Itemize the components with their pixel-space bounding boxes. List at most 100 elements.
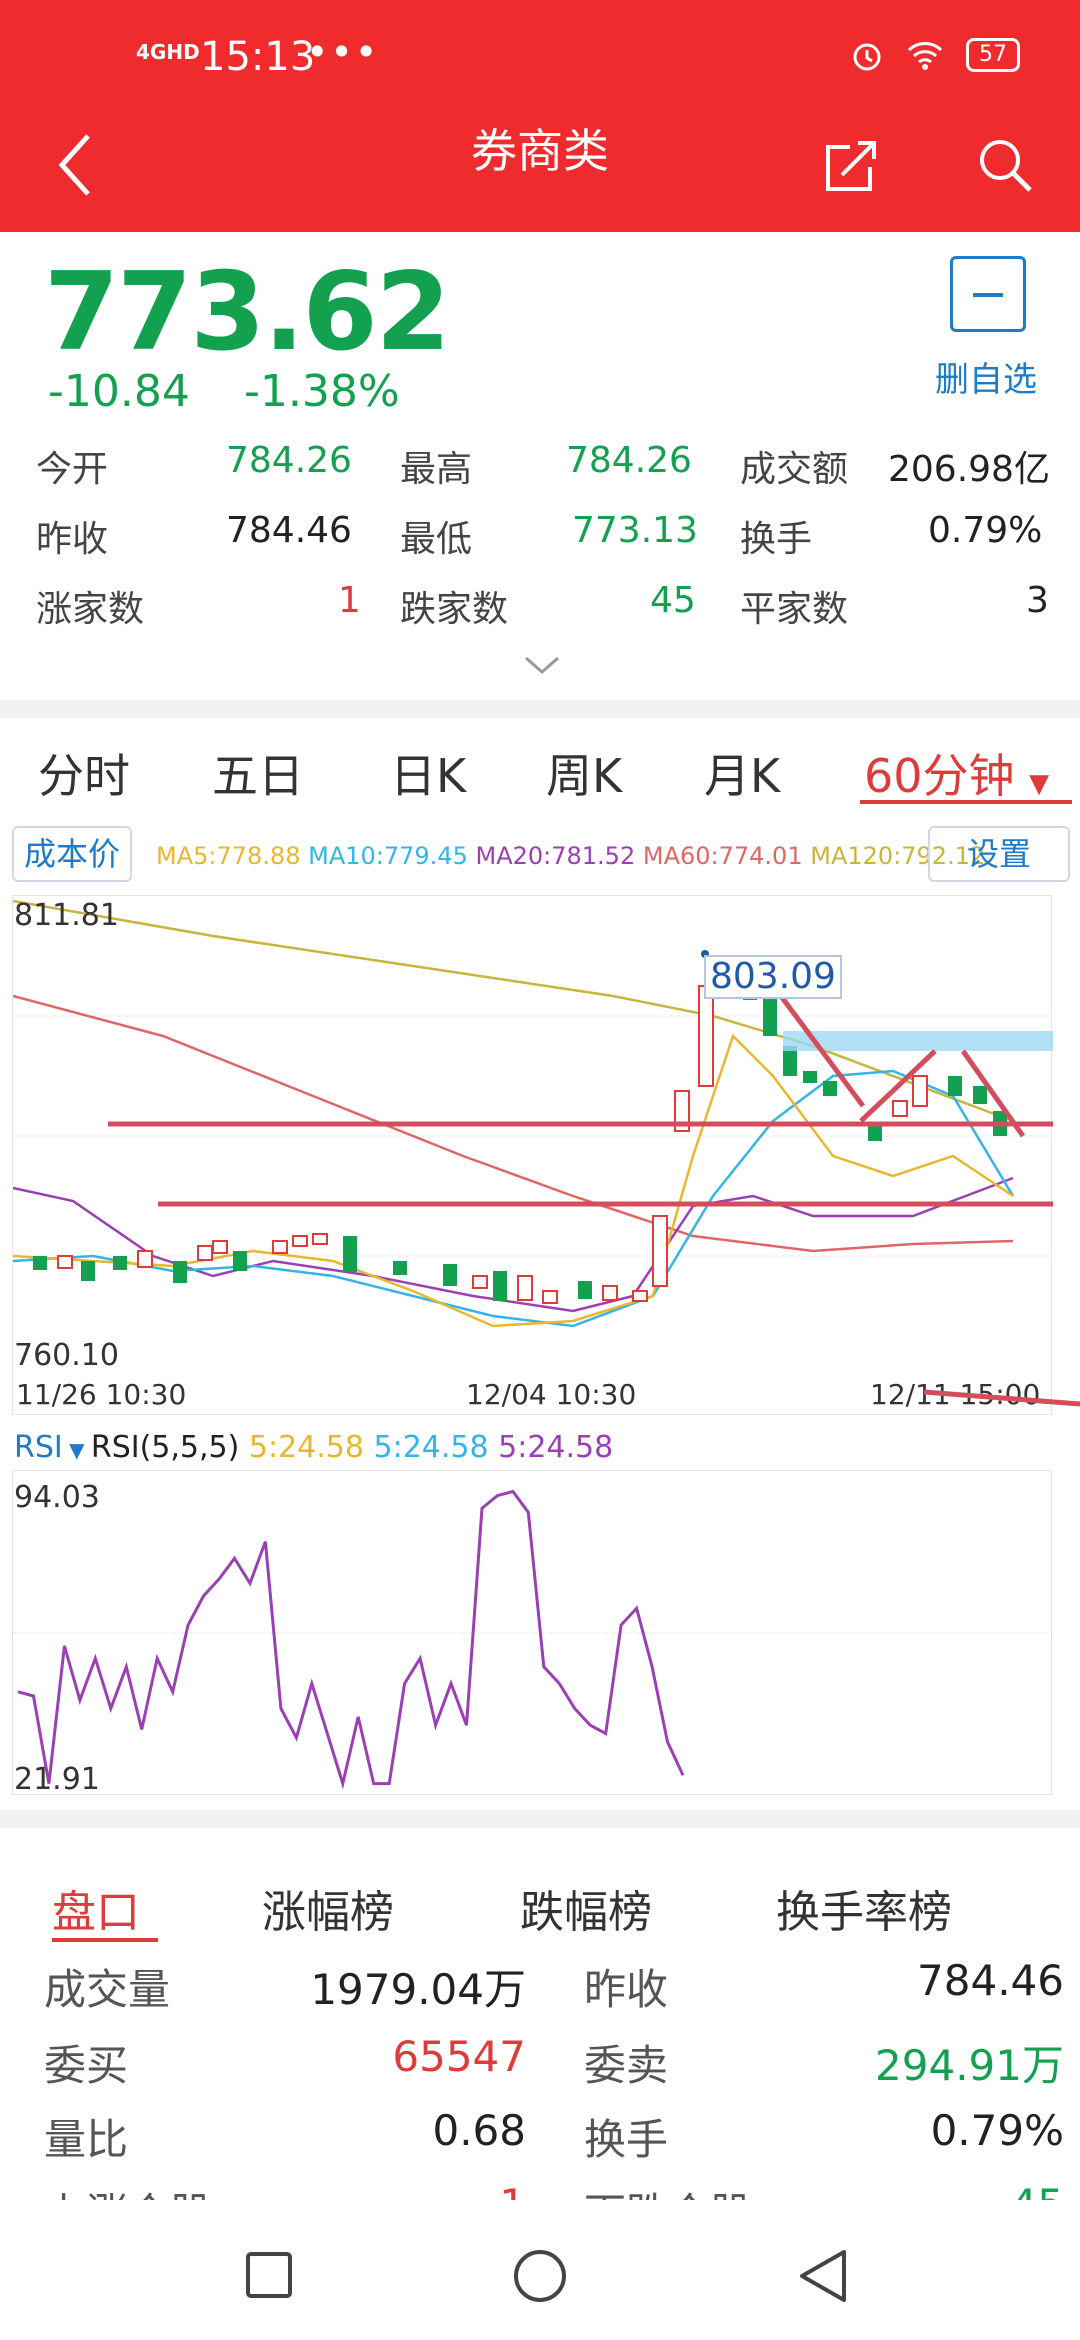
candle xyxy=(33,1256,47,1270)
rsi-chart[interactable] xyxy=(12,1470,1053,1795)
tab-losers[interactable]: 跌幅榜 xyxy=(520,1876,652,1940)
highlight-zone xyxy=(783,1031,1053,1051)
candle xyxy=(652,1215,668,1287)
drawn-line-extension xyxy=(924,1389,1080,1407)
volume-ratio-label: 量比 xyxy=(44,2115,129,2164)
open-label: 今开 xyxy=(36,449,109,490)
tab-60min[interactable]: 60分钟 ▼ xyxy=(864,740,1049,806)
tab-daily-k[interactable]: 日K xyxy=(390,740,466,806)
candle xyxy=(173,1261,187,1283)
candle xyxy=(272,1240,288,1254)
tab-five-day[interactable]: 五日 xyxy=(212,740,304,806)
remove-watchlist-button[interactable] xyxy=(950,256,1026,332)
candle xyxy=(602,1285,618,1301)
drawn-line xyxy=(924,1389,1080,1407)
open-value: 784.26 xyxy=(226,440,352,481)
recent-apps-icon[interactable] xyxy=(244,2250,294,2300)
candle xyxy=(763,996,777,1036)
active-tab-indicator xyxy=(860,800,1072,804)
ma10-value: MA10:779.45 xyxy=(308,842,468,870)
candle xyxy=(233,1251,247,1271)
tab-order-book[interactable]: 盘口 xyxy=(52,1876,140,1940)
candle xyxy=(973,1086,987,1104)
page-title: 券商类 xyxy=(471,124,609,178)
back-nav-icon[interactable] xyxy=(796,2248,850,2304)
candle xyxy=(113,1256,127,1270)
up-count-value: 1 xyxy=(338,580,361,621)
last-price: 773.62 xyxy=(44,250,451,375)
status-dots: ••• xyxy=(306,30,380,74)
rsi-y-min: 21.91 xyxy=(14,1762,100,1797)
up-count-label: 涨家数 xyxy=(36,589,145,630)
amount-value: 206.98亿 xyxy=(888,449,1050,490)
panel-turnover-value: 0.79% xyxy=(930,2106,1064,2155)
tab-turnover-rank[interactable]: 换手率榜 xyxy=(776,1876,952,1940)
bid-label: 委买 xyxy=(44,2041,129,2090)
kline-y-max: 811.81 xyxy=(14,898,119,933)
turnover-value: 0.79% xyxy=(928,510,1043,551)
turnover-label: 换手 xyxy=(740,519,813,560)
candle xyxy=(542,1290,558,1304)
rsi-legend[interactable]: RSI ▼ RSI(5,5,5) 5:24.58 5:24.58 5:24.58 xyxy=(14,1430,613,1465)
tab-intraday[interactable]: 分时 xyxy=(38,740,130,806)
rsi-value-1: 5:24.58 xyxy=(248,1430,364,1465)
candle xyxy=(578,1281,592,1299)
price-change-pct: -1.38% xyxy=(244,366,400,417)
candle xyxy=(393,1261,407,1275)
prev-close-value: 784.46 xyxy=(226,510,352,551)
tab-60min-label: 60分钟 xyxy=(864,749,1015,803)
rsi-value-2: 5:24.58 xyxy=(373,1430,489,1465)
candle xyxy=(212,1240,228,1254)
candle xyxy=(292,1235,308,1247)
chevron-down-icon[interactable] xyxy=(522,650,562,680)
date-label: 11/26 10:30 xyxy=(16,1378,187,1411)
down-count-label: 跌家数 xyxy=(400,589,509,630)
ma5-line xyxy=(12,1033,1014,1328)
bid-value: 65547 xyxy=(392,2032,526,2081)
tab-monthly-k[interactable]: 月K xyxy=(704,740,780,806)
ma10-line xyxy=(12,1069,1015,1328)
ma-legend: MA5:778.88 MA10:779.45 MA20:781.52 MA60:… xyxy=(156,842,985,870)
tab-gainers[interactable]: 涨幅榜 xyxy=(262,1876,394,1940)
prev-close-label: 昨收 xyxy=(36,519,109,560)
system-nav-bar xyxy=(0,2200,1080,2340)
high-value: 784.26 xyxy=(566,440,692,481)
candle xyxy=(517,1275,533,1301)
cost-price-button[interactable]: 成本价 xyxy=(12,826,133,882)
kline-y-min: 760.10 xyxy=(14,1338,119,1373)
divider xyxy=(0,1810,1080,1828)
app-header: 4GHD 15:13 ••• 57 券商类 xyxy=(0,0,1080,232)
share-icon[interactable] xyxy=(820,135,880,195)
status-time: 15:13 xyxy=(200,34,316,80)
candle xyxy=(493,1271,507,1301)
candle xyxy=(81,1261,95,1281)
home-icon[interactable] xyxy=(512,2248,568,2304)
ask-label: 委卖 xyxy=(584,2041,669,2090)
remove-watchlist-label[interactable]: 删自选 xyxy=(935,352,1037,401)
divider xyxy=(0,700,1080,718)
rsi-svg xyxy=(13,1489,1053,1790)
network-indicator: 4GHD xyxy=(136,40,200,64)
candle xyxy=(343,1236,357,1272)
candle xyxy=(197,1245,213,1261)
panel-prev-close-value: 784.46 xyxy=(917,1956,1064,2005)
active-bottom-tab-indicator xyxy=(52,1938,158,1942)
candle xyxy=(948,1076,962,1096)
ma60-value: MA60:774.01 xyxy=(642,842,803,870)
candle xyxy=(632,1290,648,1302)
down-count-value: 45 xyxy=(650,580,696,621)
search-icon[interactable] xyxy=(976,136,1034,194)
rsi-dropdown-icon: ▼ xyxy=(62,1438,91,1462)
high-price-callout: 803.09 xyxy=(704,955,842,999)
kline-chart[interactable] xyxy=(12,895,1053,1415)
panel-turnover-label: 换手 xyxy=(584,2115,669,2164)
panel-prev-close-label: 昨收 xyxy=(584,1965,669,2014)
candle xyxy=(823,1081,837,1096)
settings-button[interactable]: 设置 xyxy=(928,826,1070,882)
kline-gridlines xyxy=(13,1015,1053,1257)
candle xyxy=(57,1255,73,1269)
alarm-icon xyxy=(853,43,881,71)
low-value: 773.13 xyxy=(572,510,698,551)
low-label: 最低 xyxy=(400,519,473,560)
tab-weekly-k[interactable]: 周K xyxy=(546,740,622,806)
